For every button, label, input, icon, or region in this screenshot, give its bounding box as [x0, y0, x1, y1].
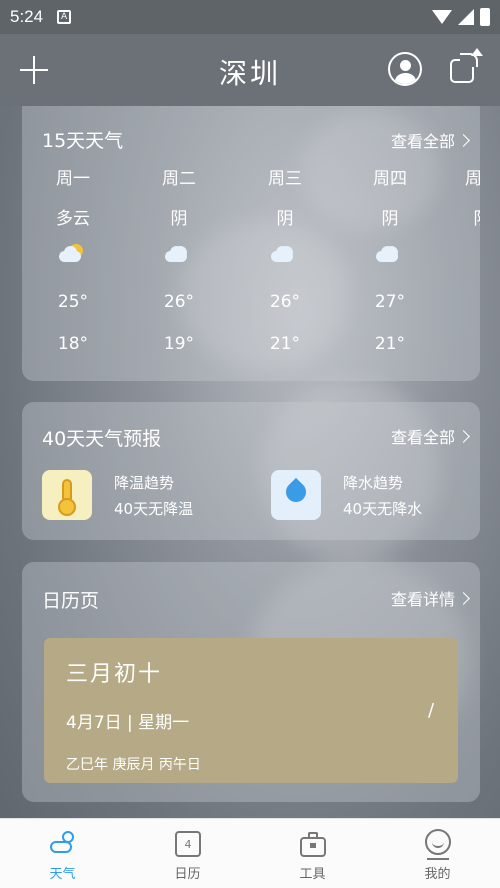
thermometer-icon	[42, 470, 92, 520]
view-detail-label: 查看详情	[390, 590, 455, 609]
day-high: 25°	[57, 292, 89, 312]
day-high: 26°	[163, 292, 195, 312]
day-condition: 阴	[276, 209, 294, 229]
calendar-card: 日历页 查看详情 三月初十 4月7日 | 星期一 / 乙巳年 庚辰月 丙午日	[22, 562, 480, 802]
day-condition: 阴	[442, 204, 481, 229]
view-all-label: 查看全部	[390, 132, 455, 151]
partly-cloudy-icon	[59, 244, 89, 268]
nav-mine[interactable]: 我的	[375, 819, 500, 888]
view-all-label: 查看全部	[390, 428, 455, 447]
status-time: 5:24	[10, 7, 44, 26]
app-header: 深圳	[0, 34, 500, 106]
nav-weather[interactable]: 天气	[0, 819, 125, 888]
nav-calendar[interactable]: 4 日历	[125, 819, 250, 888]
day-condition: 阴	[381, 209, 399, 229]
ganzhi-date: 乙巳年 庚辰月 丙午日	[66, 757, 201, 773]
temperature-trend-label: 降温趋势	[114, 474, 175, 492]
chevron-right-icon	[457, 429, 470, 443]
day-low: 21°	[269, 334, 301, 354]
raindrop-icon	[271, 470, 321, 520]
nav-label: 天气	[49, 867, 76, 882]
profile-icon	[423, 829, 453, 860]
calendar-icon-day: 4	[175, 831, 201, 857]
user-icon[interactable]	[388, 52, 422, 86]
rain-trend-value: 40天无降水	[343, 500, 423, 518]
forecast-40-view-all[interactable]: 查看全部	[390, 424, 470, 448]
calendar-icon: 4	[173, 829, 203, 857]
forecast-15-title: 15天天气	[42, 130, 124, 152]
forecast-40-title: 40天天气预报	[42, 428, 162, 450]
day-low: 21°	[374, 334, 406, 354]
wifi-icon	[432, 10, 452, 24]
weather-icon	[48, 829, 78, 857]
day-low: 18°	[57, 334, 89, 354]
solar-date: 4月7日 | 星期一	[66, 713, 190, 733]
calendar-title: 日历页	[42, 590, 100, 612]
day-low: 19°	[163, 334, 195, 354]
forecast-15-view-all[interactable]: 查看全部	[390, 128, 470, 152]
share-icon[interactable]	[450, 48, 483, 83]
lunar-date: 三月初十	[66, 662, 163, 687]
day-weekday: 周一	[56, 169, 90, 189]
bottom-nav: 天气 4 日历 工具 我的	[0, 818, 500, 888]
day-condition: 多云	[56, 209, 90, 229]
notification-a-icon: A	[57, 10, 72, 24]
overcast-icon	[376, 244, 406, 268]
day-weekday: 周二	[162, 169, 196, 189]
nav-label: 我的	[424, 867, 451, 882]
nav-tools[interactable]: 工具	[250, 819, 375, 888]
nav-label: 工具	[299, 867, 326, 882]
rain-trend-label: 降水趋势	[343, 474, 404, 492]
calendar-view-detail[interactable]: 查看详情	[390, 586, 470, 610]
forecast-40-card: 40天天气预报 查看全部 降温趋势 40天无降温 降水趋势 40天无降水	[22, 402, 480, 540]
day-weekday: 周三	[268, 169, 302, 189]
day-weekday: 周五	[465, 169, 480, 189]
toolbox-icon	[298, 829, 328, 857]
day-condition: 阴	[170, 209, 188, 229]
status-bar: 5:24 A	[0, 0, 500, 34]
nav-label: 日历	[174, 867, 201, 882]
calendar-slash: /	[428, 700, 435, 721]
day-weekday: 周四	[373, 169, 407, 189]
overcast-icon	[271, 244, 301, 268]
battery-icon	[480, 8, 490, 26]
forecast-15-days: 周一 多云 25° 18° 周二 阴 26° 19° 周三 阴 26° 21° …	[22, 164, 480, 374]
day-high: 26°	[269, 292, 301, 312]
overcast-icon	[165, 244, 195, 268]
signal-icon	[458, 9, 474, 25]
temperature-trend[interactable]: 降温趋势 40天无降温	[42, 470, 242, 524]
temperature-trend-value: 40天无降温	[114, 500, 194, 518]
chevron-right-icon	[457, 591, 470, 605]
calendar-page[interactable]: 三月初十 4月7日 | 星期一 / 乙巳年 庚辰月 丙午日	[44, 638, 458, 783]
city-title[interactable]: 深圳	[0, 52, 500, 92]
rain-trend[interactable]: 降水趋势 40天无降水	[271, 470, 471, 524]
chevron-right-icon	[457, 133, 470, 147]
day-high: 27°	[374, 292, 406, 312]
forecast-15-card: 15天天气 查看全部 周一 多云 25° 18° 周二 阴 26° 19° 周三…	[22, 106, 480, 381]
